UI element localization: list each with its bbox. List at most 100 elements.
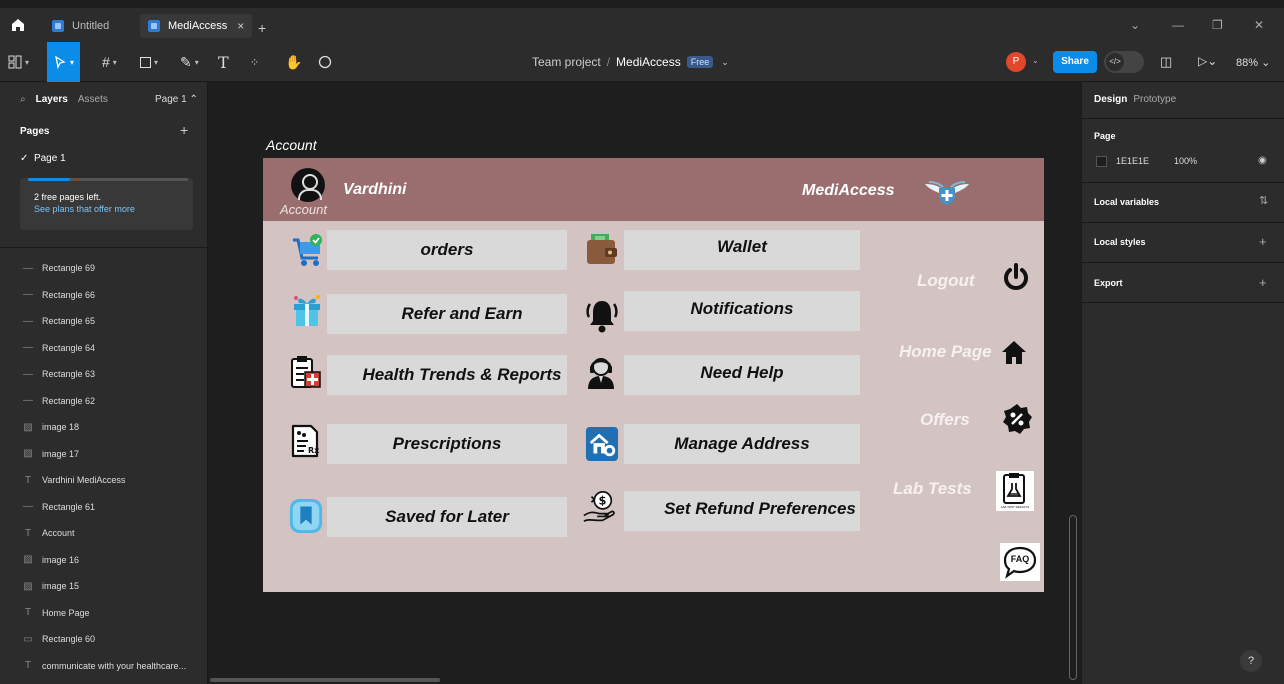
home-icon[interactable] — [10, 17, 26, 33]
page-selector[interactable]: Page 1 ⌃ — [155, 94, 198, 105]
share-button[interactable]: Share — [1053, 51, 1097, 73]
tab-mediaccess[interactable]: MediAccess × — [140, 14, 253, 38]
layer-item[interactable]: — Rectangle 64 — [22, 339, 95, 357]
restore-icon[interactable]: ❐ — [1212, 18, 1223, 32]
layer-item[interactable]: T Account — [22, 524, 75, 542]
svg-text:$: $ — [599, 494, 607, 508]
present-play-icon[interactable]: ▷⌄ — [1198, 54, 1217, 68]
discount-badge-icon[interactable] — [1000, 402, 1034, 436]
add-style-button[interactable]: + — [1259, 234, 1267, 249]
comment-tool-button[interactable] — [318, 50, 332, 74]
frame-label[interactable]: Account — [266, 137, 317, 153]
tab-untitled[interactable]: Untitled — [44, 14, 117, 38]
support-agent-icon — [584, 355, 618, 391]
tab-design[interactable]: Design — [1094, 94, 1127, 105]
menu-refer-and-earn[interactable]: Refer and Earn — [327, 294, 567, 334]
text-tool-button[interactable]: T — [218, 50, 229, 74]
frame-tool-button[interactable]: # ▾ — [102, 50, 117, 74]
see-plans-link[interactable]: See plans that offer more — [34, 204, 135, 214]
help-button[interactable]: ? — [1240, 650, 1262, 672]
main-menu-button[interactable]: ▾ — [8, 50, 29, 74]
add-export-button[interactable]: + — [1259, 275, 1267, 290]
layer-item[interactable]: — Rectangle 69 — [22, 259, 95, 277]
page-color-swatch[interactable] — [1096, 156, 1107, 167]
rectangle-layer-icon: — — [23, 342, 33, 353]
layer-label: Rectangle 60 — [42, 634, 96, 644]
layer-label: Rectangle 65 — [42, 316, 96, 326]
page-opacity[interactable]: 100% — [1174, 156, 1197, 166]
layer-item[interactable]: — Rectangle 62 — [22, 392, 95, 410]
new-tab-button[interactable]: + — [258, 20, 266, 36]
tab-prototype[interactable]: Prototype — [1133, 94, 1176, 105]
library-book-icon[interactable]: ◫ — [1160, 54, 1172, 70]
clipboard-report-icon — [288, 355, 322, 391]
file-name[interactable]: MediAccess — [616, 55, 681, 69]
rectangle-layer-icon: ▭ — [23, 633, 33, 645]
chevron-down-icon[interactable]: ⌄ — [1130, 18, 1140, 32]
layer-item[interactable]: ▨ image 18 — [22, 418, 79, 436]
menu-orders[interactable]: orders — [327, 230, 567, 270]
faq-icon[interactable]: FAQ — [1000, 543, 1040, 581]
home-page-link[interactable]: Home Page — [899, 342, 992, 362]
design-panel: Design Prototype Page 1E1E1E 100% ◉ Loca… — [1081, 82, 1284, 684]
menu-wallet[interactable]: Wallet — [624, 230, 860, 270]
zoom-dropdown[interactable]: 88% ⌄ — [1236, 56, 1270, 69]
local-variables-label[interactable]: Local variables — [1094, 197, 1159, 207]
layer-item[interactable]: ▭ Rectangle 60 — [22, 630, 95, 648]
layer-item[interactable]: ▨ image 16 — [22, 551, 79, 569]
close-tab-icon[interactable]: × — [237, 19, 244, 33]
chevron-down-icon[interactable]: ⌄ — [721, 57, 729, 68]
minimize-icon[interactable]: — — [1172, 18, 1184, 32]
project-name[interactable]: Team project — [532, 55, 601, 69]
move-tool-button[interactable]: ▾ — [47, 42, 81, 82]
avatar[interactable]: P — [1006, 52, 1026, 72]
resources-button[interactable]: ⁘ — [250, 50, 259, 74]
house-icon[interactable] — [997, 335, 1031, 369]
layer-item[interactable]: — Rectangle 65 — [22, 312, 95, 330]
account-frame[interactable]: Account Vardhini MediAccess orders Refer… — [263, 158, 1044, 592]
layer-item[interactable]: T Vardhini MediAccess — [22, 471, 125, 489]
layer-item[interactable]: ▨ image 17 — [22, 445, 79, 463]
menu-manage-address[interactable]: Manage Address — [624, 424, 860, 464]
menu-set-refund-preferences[interactable]: Set Refund Preferences — [624, 491, 860, 531]
breadcrumb: Team project / MediAccess Free ⌄ — [532, 55, 729, 69]
menu-notifications[interactable]: Notifications — [624, 291, 860, 331]
lab-clipboard-icon[interactable]: LAB TEST RESULTS — [995, 470, 1035, 512]
figma-menu-icon — [8, 55, 22, 69]
dev-mode-toggle[interactable]: </> — [1104, 51, 1144, 73]
offers-link[interactable]: Offers — [920, 410, 970, 430]
vertical-scrollbar[interactable] — [1069, 515, 1077, 680]
layer-item[interactable]: Tcommunicate with your healthcare... — [22, 657, 186, 675]
shape-tool-button[interactable]: ▾ — [140, 50, 158, 74]
tab-assets[interactable]: Assets — [78, 94, 108, 105]
divider — [1082, 302, 1284, 303]
layer-item[interactable]: — Rectangle 63 — [22, 365, 95, 383]
toolbar: ▾ ▾ # ▾ ▾ ✎ ▾ T ⁘ ✋ Team project / MediAcc… — [0, 42, 1284, 82]
menu-prescriptions[interactable]: Prescriptions — [327, 424, 567, 464]
page-color-hex[interactable]: 1E1E1E — [1116, 156, 1149, 166]
horizontal-scrollbar[interactable] — [210, 678, 440, 682]
layer-item[interactable]: — Rectangle 66 — [22, 286, 95, 304]
variables-adjust-icon[interactable]: ⇅ — [1259, 194, 1268, 207]
search-icon[interactable]: ⌕ — [20, 94, 26, 105]
lab-tests-link[interactable]: Lab Tests — [893, 479, 972, 499]
layer-item[interactable]: T Home Page — [22, 604, 90, 622]
tab-layers[interactable]: Layers — [36, 94, 68, 105]
text-layer-icon: T — [24, 527, 32, 539]
layer-item[interactable]: ▨ image 15 — [22, 577, 79, 595]
layer-item[interactable]: — Rectangle 61 — [22, 498, 95, 516]
eye-icon[interactable]: ◉ — [1258, 155, 1267, 166]
close-window-icon[interactable]: ✕ — [1254, 18, 1264, 32]
menu-health-trends-reports[interactable]: Health Trends & Reports — [327, 355, 567, 395]
menu-saved-for-later[interactable]: Saved for Later — [327, 497, 567, 537]
power-icon[interactable] — [999, 260, 1033, 294]
chevron-down-icon[interactable]: ⌄ — [1032, 56, 1039, 65]
local-styles-label: Local styles — [1094, 237, 1146, 247]
menu-need-help[interactable]: Need Help — [624, 355, 860, 395]
logout-link[interactable]: Logout — [917, 271, 975, 291]
page-item-page-1[interactable]: ✓ Page 1 — [20, 153, 66, 164]
hand-tool-button[interactable]: ✋ — [285, 50, 302, 74]
layers-panel: ⌕ Layers Assets Page 1 ⌃ Pages + ✓ Page … — [0, 82, 208, 684]
pen-tool-button[interactable]: ✎ ▾ — [180, 50, 199, 74]
add-page-button[interactable]: + — [180, 122, 188, 138]
